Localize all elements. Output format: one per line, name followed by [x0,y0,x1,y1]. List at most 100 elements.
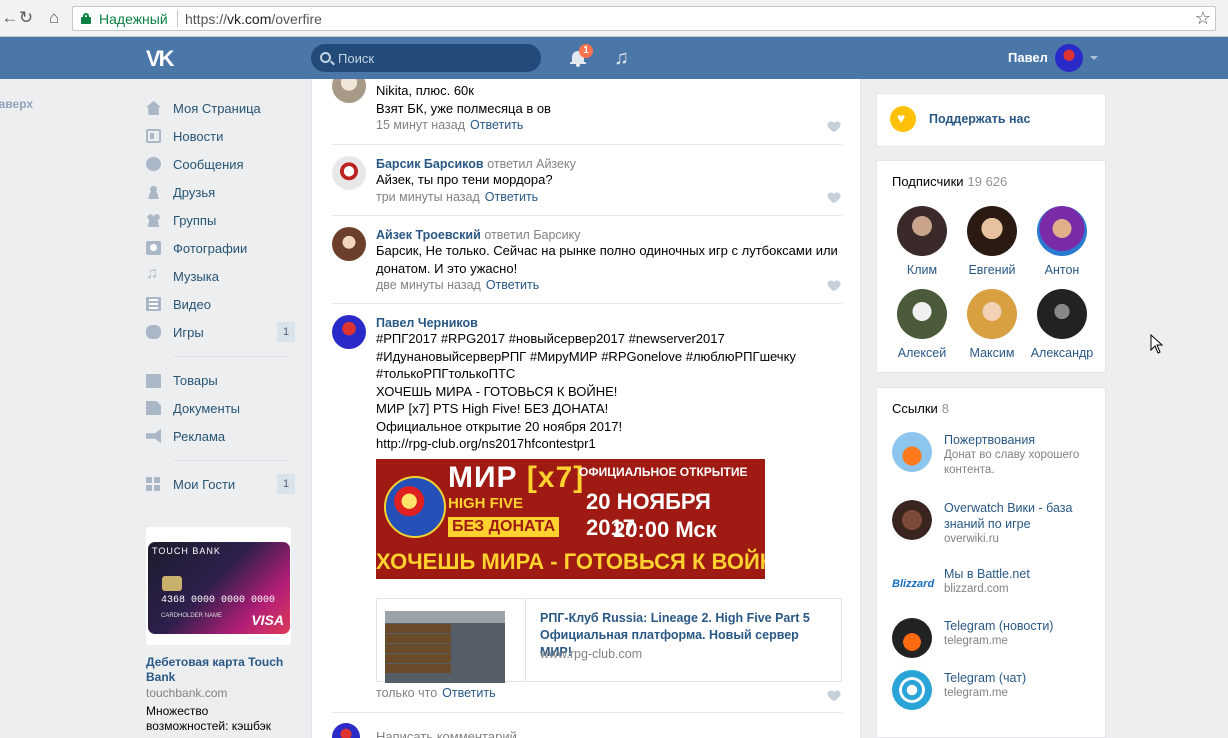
url-text[interactable]: https://vk.com/overfire [185,11,322,27]
avatar[interactable] [1037,206,1087,256]
comment-time[interactable]: 15 минут назад [376,118,465,132]
subscriber-name[interactable]: Евгений [957,263,1027,277]
reply-button[interactable]: Ответить [442,686,495,700]
comments-feed: Nikita, плюс. 60к Взят БК, уже полмесяца… [311,79,861,738]
search-box[interactable] [311,44,541,72]
sidebar-item-label: Игры [173,324,204,340]
donate-label[interactable]: Поддержать нас [929,112,1030,126]
link-title[interactable]: Telegram (чат) [944,670,1094,686]
sidebar-item[interactable]: Моя Страница [146,94,296,122]
sidebar-item[interactable]: Игры 1 [146,318,296,346]
subscriber[interactable]: Клим [887,206,957,277]
avatar[interactable] [332,315,366,349]
links-block: Ссылки 8 Пожертвования Донат во славу хоро… [876,387,1106,738]
music-note-icon[interactable]: ♫ [614,47,629,70]
like-heart-icon[interactable] [828,122,840,132]
subscriber[interactable]: Антон [1027,206,1097,277]
overwatch-wiki-icon[interactable] [892,500,932,540]
sidebar-item[interactable]: Друзья [146,178,296,206]
sidebar-item[interactable]: Реклама [146,422,296,450]
subscriber-name[interactable]: Александр [1027,346,1097,360]
comment-meta: две минуты назад Ответить [376,278,842,292]
comment-time[interactable]: две минуты назад [376,278,481,292]
avatar[interactable] [332,79,366,103]
browser-toolbar: ← ↻ ⌂ Надежный https://vk.com/overfire ☆ [0,0,1228,37]
home-icon[interactable]: ⌂ [44,8,64,28]
links-header[interactable]: Ссылки 8 [892,401,949,416]
post-link[interactable]: http://rpg-club.org/ns2017hfcontestpr1 [376,435,842,453]
bookmark-star-icon[interactable]: ☆ [1195,8,1211,29]
sidebar-item-label: Новости [173,128,224,144]
reply-button[interactable]: Ответить [485,190,538,204]
friends-icon [146,185,161,199]
reply-button[interactable]: Ответить [470,118,523,132]
flame-icon[interactable] [892,432,932,472]
donate-block[interactable]: Поддержать нас [876,93,1106,147]
comment-author[interactable]: Барсик Барсиков [376,157,484,171]
sidebar-item[interactable]: Мои Гости 1 [146,470,296,498]
like-heart-icon[interactable] [828,281,840,291]
reply-button[interactable]: Ответить [486,278,539,292]
comment-time[interactable]: три минуты назад [376,190,480,204]
ad-domain[interactable]: touchbank.com [146,686,291,700]
write-comment-field[interactable]: Написать комментарий... [376,729,528,738]
banner-time: 20:00 Мск [613,517,717,542]
snippet-thumbnail[interactable] [385,611,505,683]
avatar[interactable] [332,227,366,261]
avatar[interactable] [1055,44,1083,72]
subscriber[interactable]: Максим [957,289,1027,360]
flame-icon[interactable] [892,618,932,658]
ad-block[interactable]: TOUCH BANK 4368 0000 0000 0000 CARDHOLDE… [146,527,291,734]
sidebar-item[interactable]: Видео [146,290,296,318]
avatar[interactable] [897,289,947,339]
hashtags[interactable]: #РПГ2017 #RPG2017 #новыйсервер2017 #news… [376,330,842,383]
link-snippet[interactable]: РПГ-Клуб Russia: Lineage 2. High Five Pa… [376,598,842,683]
link-title[interactable]: Пожертвования [944,432,1094,448]
sidebar-item[interactable]: Документы [146,394,296,422]
ad-image[interactable]: TOUCH BANK 4368 0000 0000 0000 CARDHOLDE… [146,527,291,645]
vk-logo[interactable]: VK [146,46,175,72]
link-title[interactable]: Telegram (новости) [944,618,1094,634]
post-banner-image[interactable]: МИР [x7] HIGH FIVE БЕЗ ДОНАТА ОФИЦИАЛЬНО… [376,459,765,579]
subscriber[interactable]: Евгений [957,206,1027,277]
subscriber[interactable]: Александр [1027,289,1097,360]
link-title[interactable]: Overwatch Вики - база знаний по игре [944,500,1094,532]
address-bar[interactable]: Надежный https://vk.com/overfire ☆ [72,6,1216,31]
counter-badge: 1 [277,474,295,494]
comment-time[interactable]: только что [376,686,437,700]
sidebar-item[interactable]: Новости [146,122,296,150]
reload-icon[interactable]: ↻ [16,8,36,28]
subscriber[interactable]: Алексей [887,289,957,360]
subscriber-name[interactable]: Клим [887,263,957,277]
avatar[interactable] [967,289,1017,339]
like-heart-icon[interactable] [828,193,840,203]
avatar[interactable] [1037,289,1087,339]
avatar[interactable] [967,206,1017,256]
subscriber-name[interactable]: Максим [957,346,1027,360]
blizzard-logo-icon[interactable]: Blizzard [892,566,934,606]
like-heart-icon[interactable] [828,691,840,701]
subscriber-name[interactable]: Алексей [887,346,957,360]
search-input[interactable] [338,49,528,67]
comment-author[interactable]: Павел Черников [376,316,478,330]
chevron-down-icon[interactable] [1090,56,1098,60]
subscriber-name[interactable]: Антон [1027,263,1097,277]
sidebar-item[interactable]: Фотографии [146,234,296,262]
sidebar-item[interactable]: Сообщения [146,150,296,178]
sidebar-item[interactable]: Группы [146,206,296,234]
avatar[interactable] [897,206,947,256]
ad-title[interactable]: Дебетовая карта Touch Bank [146,655,291,685]
to-top-link[interactable]: Наверх [0,97,33,111]
comment-author[interactable]: Айзек Троевский [376,228,481,242]
reply-to[interactable]: ответил Айзеку [487,157,576,171]
sidebar-item[interactable]: Товары [146,366,296,394]
snippet-domain[interactable]: www.rpg-club.com [540,647,642,661]
link-title[interactable]: Мы в Battle.net [944,566,1094,582]
overwatch-logo-icon[interactable] [892,670,932,710]
sidebar-item[interactable]: Музыка [146,262,296,290]
user-name[interactable]: Павел [1008,50,1048,65]
reply-to[interactable]: ответил Барсику [484,228,580,242]
subscribers-header[interactable]: Подписчики 19 626 [892,174,1007,189]
avatar[interactable] [332,156,366,190]
home-icon [146,101,161,115]
